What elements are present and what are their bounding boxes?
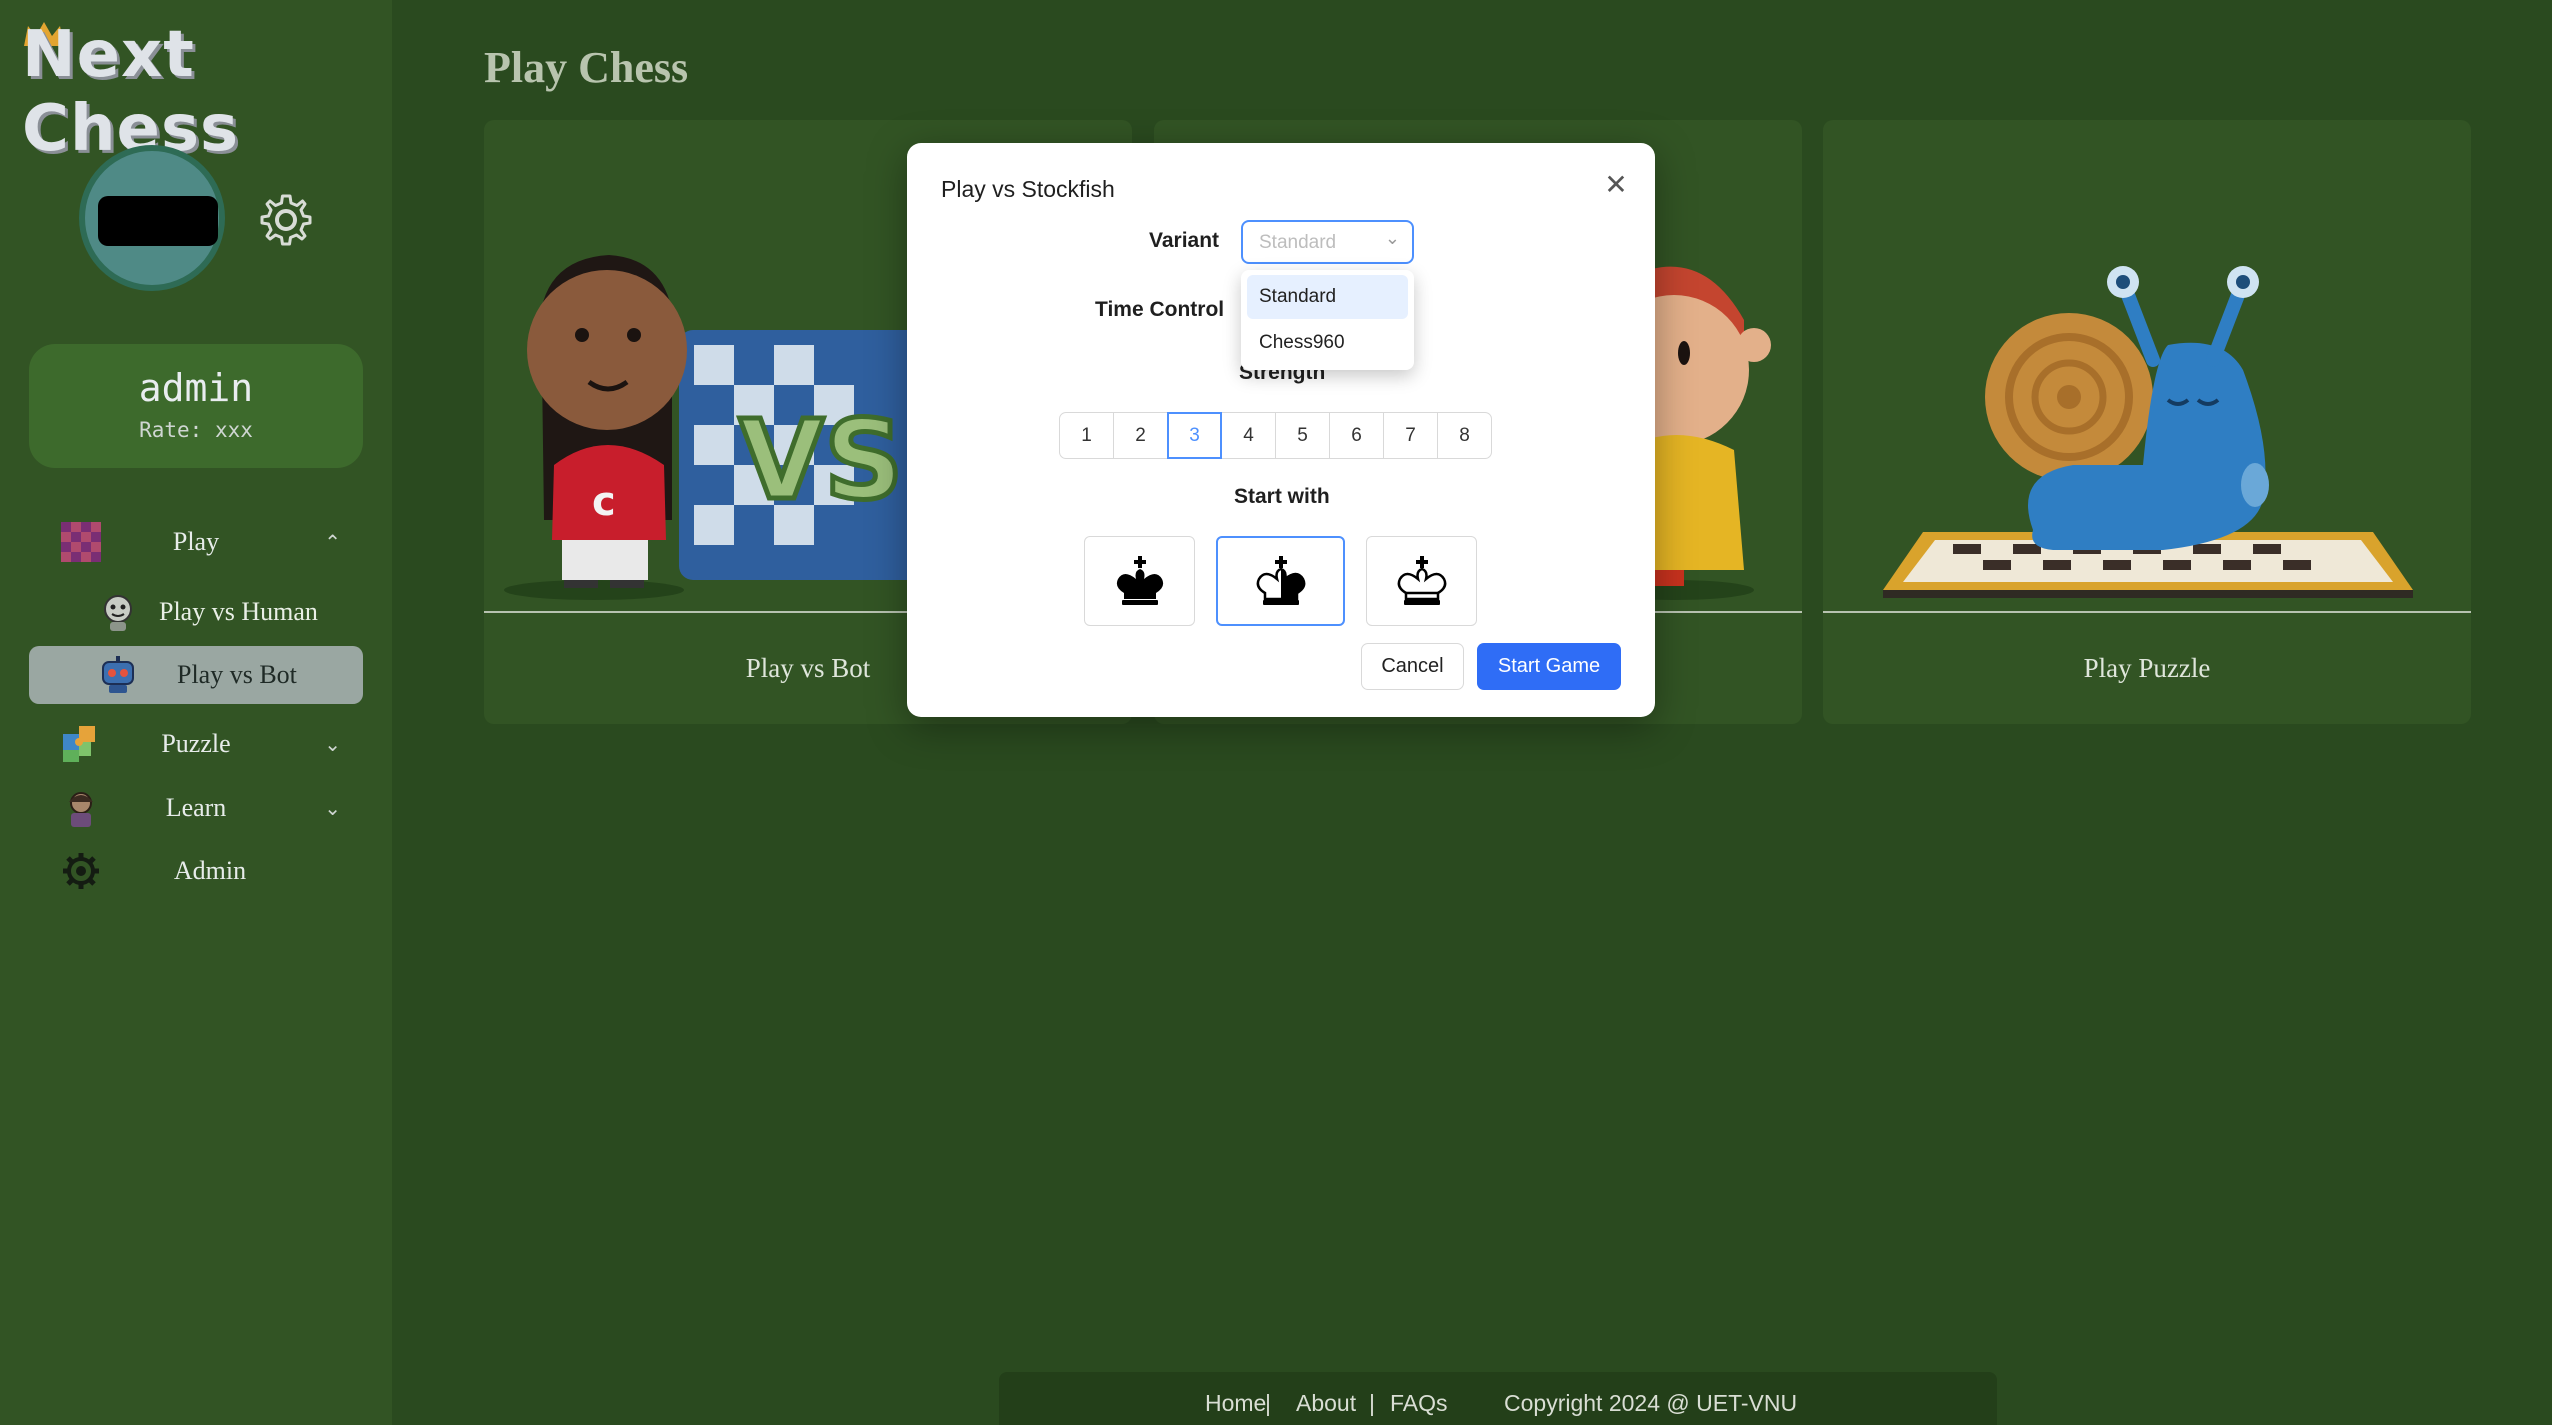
svg-text:c: c xyxy=(592,479,616,525)
start-with-black-button[interactable] xyxy=(1084,536,1195,626)
chevron-down-icon: ⌄ xyxy=(324,796,341,820)
cancel-button[interactable]: Cancel xyxy=(1361,643,1464,690)
variant-select-value: Standard xyxy=(1259,232,1337,253)
svg-text:VS: VS xyxy=(739,396,903,524)
card-label: Play Puzzle xyxy=(2083,652,2211,683)
sidebar-item-label: Learn xyxy=(165,793,227,822)
variant-option-chess960[interactable]: Chess960 xyxy=(1247,321,1408,365)
avatar-image xyxy=(98,196,218,246)
footer-separator: | xyxy=(1265,1390,1271,1416)
human-face-icon xyxy=(104,595,132,631)
sidebar-item-play-vs-bot[interactable]: Play vs Bot xyxy=(29,646,363,704)
sidebar-item-puzzle[interactable]: Puzzle ⌄ xyxy=(29,716,363,772)
chevron-down-icon: ⌄ xyxy=(1384,228,1400,249)
start-with-random-button[interactable] xyxy=(1216,536,1345,626)
footer-link-faqs[interactable]: FAQs xyxy=(1390,1390,1448,1417)
strength-option[interactable]: 8 xyxy=(1437,412,1492,459)
variant-label: Variant xyxy=(1149,229,1220,252)
white-king-icon xyxy=(1397,556,1446,605)
start-game-button[interactable]: Start Game xyxy=(1477,643,1621,690)
strength-option[interactable]: 4 xyxy=(1221,412,1276,459)
sidebar-item-play-vs-human[interactable]: Play vs Human xyxy=(29,583,363,641)
time-control-label: Time Control xyxy=(1095,298,1225,321)
page-title: Play Chess xyxy=(484,43,689,92)
sidebar-item-play[interactable]: Play ⌃ xyxy=(29,514,363,570)
footer-separator: | xyxy=(1369,1390,1375,1416)
strength-option-selected[interactable]: 3 xyxy=(1167,412,1222,459)
user-name: admin xyxy=(138,366,254,410)
dialog-title: Play vs Stockfish xyxy=(941,176,1115,202)
sidebar: Next Chess admin Rate: xxx Play ⌃ Play v… xyxy=(0,0,392,1425)
strength-option[interactable]: 5 xyxy=(1275,412,1330,459)
avatar[interactable] xyxy=(79,145,225,291)
app-logo[interactable]: Next Chess xyxy=(22,18,392,166)
start-with-label: Start with xyxy=(1234,485,1330,508)
play-vs-stockfish-dialog: Play vs Stockfish ✕ Variant Standard ⌄ T… xyxy=(907,143,1655,717)
strength-option[interactable]: 1 xyxy=(1059,412,1114,459)
sidebar-item-label: Admin xyxy=(173,856,247,885)
strength-option[interactable]: 7 xyxy=(1383,412,1438,459)
chevron-up-icon: ⌃ xyxy=(324,530,341,554)
footer-link-home[interactable]: Home xyxy=(1205,1390,1266,1417)
gear-icon[interactable] xyxy=(256,190,316,250)
strength-selector: 1 2 3 4 5 6 7 8 xyxy=(1059,412,1492,459)
variant-dropdown: Standard Chess960 xyxy=(1241,270,1414,370)
variant-option-standard[interactable]: Standard xyxy=(1247,275,1408,319)
start-with-white-button[interactable] xyxy=(1366,536,1477,626)
user-rate: Rate: xxx xyxy=(139,418,253,442)
footer-copyright: Copyright 2024 @ UET-VNU xyxy=(1504,1390,1798,1416)
sidebar-item-admin[interactable]: Admin xyxy=(29,843,363,899)
snail-on-board-illustration xyxy=(1883,266,2413,598)
footer: Home | About | FAQs Copyright 2024 @ UET… xyxy=(999,1372,1997,1425)
variant-select[interactable]: Standard ⌄ xyxy=(1241,220,1414,264)
sidebar-item-learn[interactable]: Learn ⌄ xyxy=(29,780,363,836)
sidebar-item-label: Play vs Human xyxy=(159,597,318,626)
footer-link-about[interactable]: About xyxy=(1296,1390,1356,1417)
close-icon[interactable]: ✕ xyxy=(1600,169,1632,201)
chevron-down-icon: ⌄ xyxy=(324,732,341,756)
strength-option[interactable]: 6 xyxy=(1329,412,1384,459)
strength-option[interactable]: 2 xyxy=(1113,412,1168,459)
sidebar-item-label: Play vs Bot xyxy=(177,660,297,689)
random-king-icon xyxy=(1256,556,1305,605)
black-king-icon xyxy=(1116,556,1163,605)
robot-icon xyxy=(102,656,134,693)
user-card: admin Rate: xxx xyxy=(29,344,363,468)
sidebar-item-label: Puzzle xyxy=(161,729,231,758)
sidebar-item-label: Play xyxy=(172,527,220,556)
card-play-puzzle[interactable]: Play Puzzle xyxy=(1823,120,2471,724)
